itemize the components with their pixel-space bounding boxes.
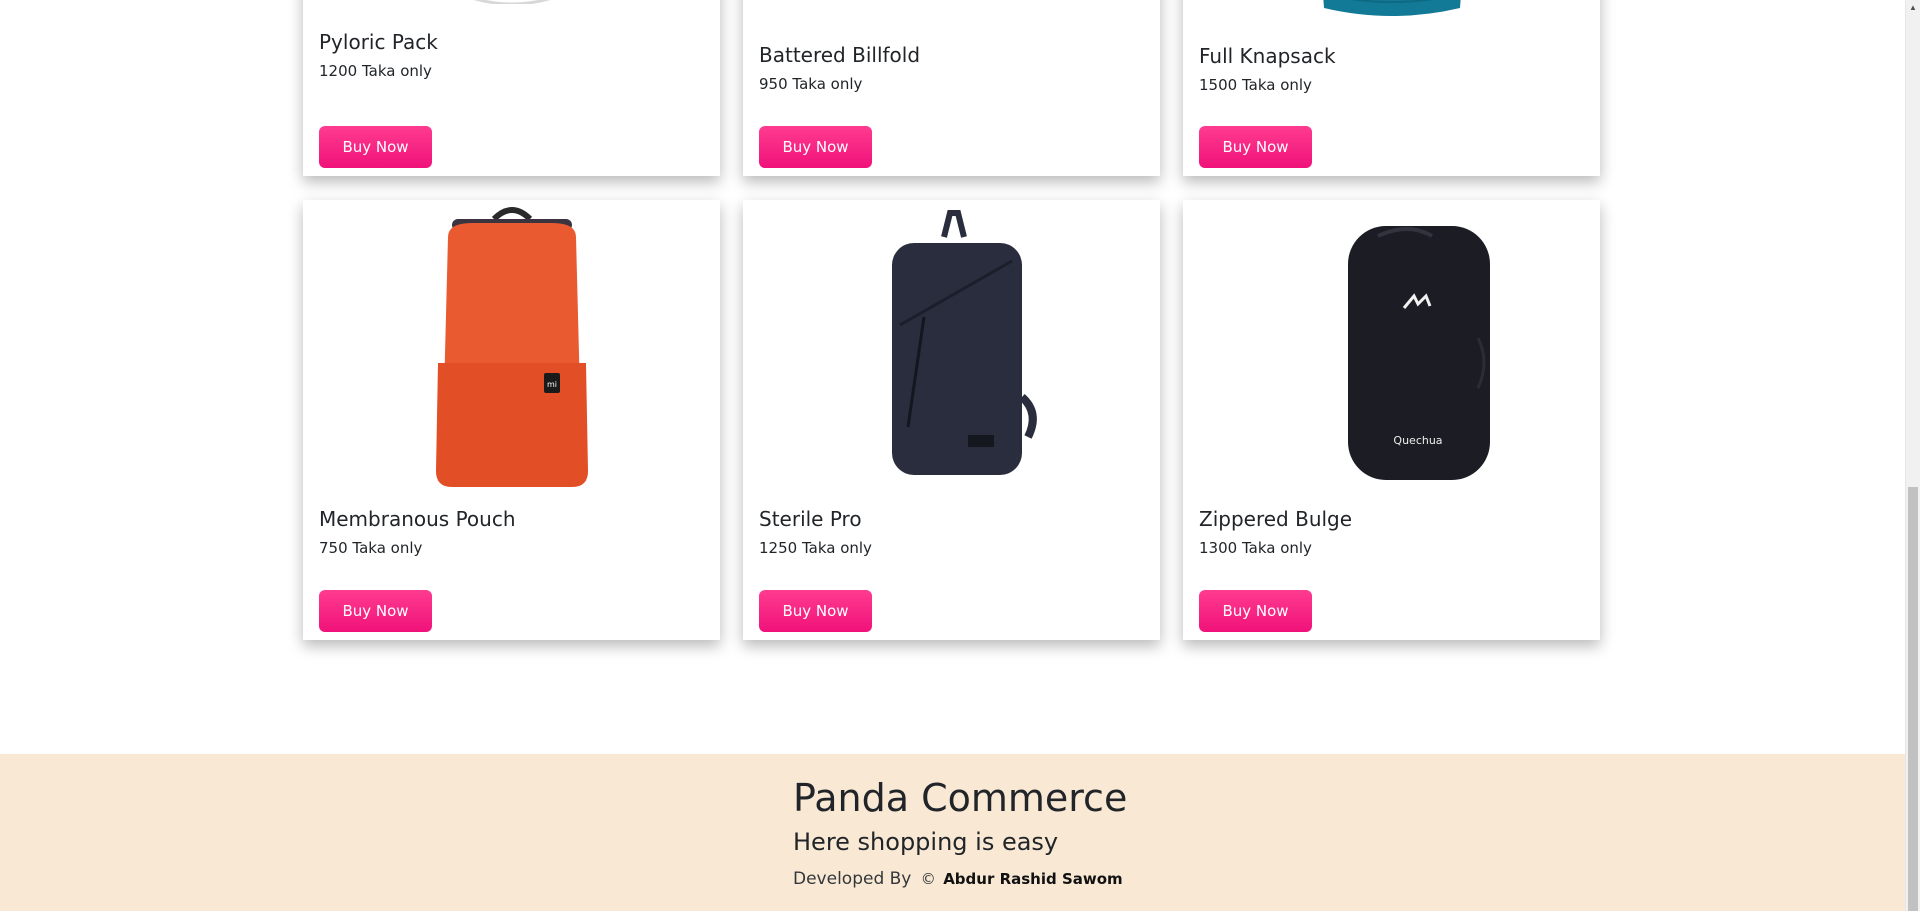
site-footer: Panda Commerce Here shopping is easy Dev… (0, 754, 1905, 911)
product-card: Pyloric Pack 1200 Taka only Buy Now (303, 0, 720, 176)
product-price: 950 Taka only (759, 75, 863, 93)
product-title: Zippered Bulge (1199, 507, 1353, 531)
product-title: Membranous Pouch (319, 507, 516, 531)
product-image: Quechua (1183, 200, 1600, 490)
product-card: Sterile Pro 1250 Taka only Buy Now (743, 200, 1160, 640)
product-title: Full Knapsack (1199, 44, 1336, 68)
page-viewport: Pyloric Pack 1200 Taka only Buy Now Batt… (0, 0, 1920, 911)
author-name: Abdur Rashid Sawom (943, 870, 1123, 888)
product-title: Pyloric Pack (319, 30, 438, 54)
product-title: Battered Billfold (759, 43, 921, 67)
copyright-icon: © (920, 870, 936, 888)
product-card: Quechua Zippered Bulge 1300 Taka only Bu… (1183, 200, 1600, 640)
buy-now-button[interactable]: Buy Now (1199, 590, 1312, 632)
product-price: 1250 Taka only (759, 539, 872, 557)
product-image (1183, 0, 1600, 22)
product-card: Battered Billfold 950 Taka only Buy Now (743, 0, 1160, 176)
buy-now-button[interactable]: Buy Now (759, 126, 872, 168)
buy-now-button[interactable]: Buy Now (759, 590, 872, 632)
buy-now-button[interactable]: Buy Now (1199, 126, 1312, 168)
product-card: mi Membranous Pouch 750 Taka only Buy No… (303, 200, 720, 640)
buy-now-button[interactable]: Buy Now (319, 126, 432, 168)
product-image: mi (303, 200, 720, 490)
svg-text:Quechua: Quechua (1393, 434, 1442, 447)
footer-brand: Panda Commerce (793, 776, 1128, 820)
product-title: Sterile Pro (759, 507, 862, 531)
product-image (743, 200, 1160, 490)
buy-now-button[interactable]: Buy Now (319, 590, 432, 632)
product-image (303, 0, 720, 4)
triangle-up-icon[interactable]: ▲ (1906, 0, 1920, 15)
page-scrollbar[interactable]: ▲ (1905, 0, 1920, 911)
scrollbar-thumb[interactable] (1908, 487, 1918, 911)
product-card: Full Knapsack 1500 Taka only Buy Now (1183, 0, 1600, 176)
footer-tagline: Here shopping is easy (793, 828, 1059, 856)
product-price: 750 Taka only (319, 539, 423, 557)
svg-text:mi: mi (546, 380, 556, 389)
footer-credit: Developed By © Abdur Rashid Sawom (793, 869, 1123, 889)
product-price: 1300 Taka only (1199, 539, 1312, 557)
product-price: 1500 Taka only (1199, 76, 1312, 94)
credit-prefix: Developed By (793, 869, 912, 889)
product-price: 1200 Taka only (319, 62, 432, 80)
